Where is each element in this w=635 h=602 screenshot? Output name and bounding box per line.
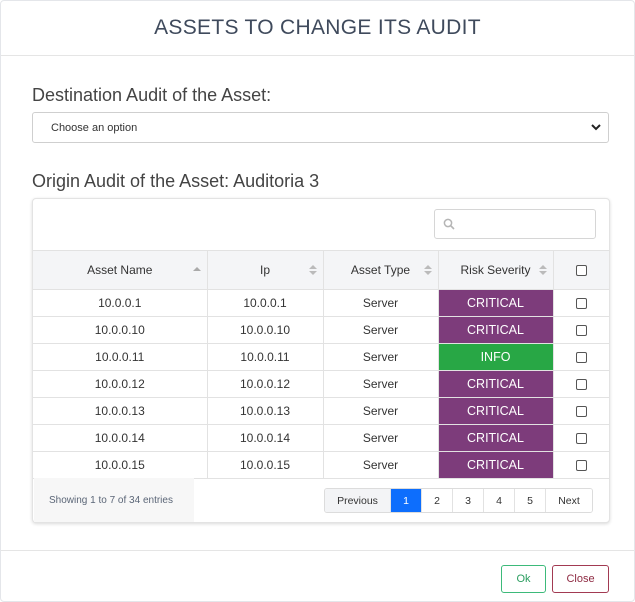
sort-icon	[308, 265, 317, 275]
modal-header: ASSETS TO CHANGE ITS AUDIT	[1, 1, 634, 56]
sort-ascending-icon	[192, 267, 201, 271]
asset-name-cell: 10.0.0.14	[33, 424, 208, 452]
table-row: 10.0.0.1 10.0.0.1 Server CRITICAL	[33, 289, 609, 317]
modal-title: ASSETS TO CHANGE ITS AUDIT	[154, 16, 481, 39]
pagination-page[interactable]: 2	[422, 489, 453, 512]
select-cell	[552, 424, 609, 452]
severity-badge: CRITICAL	[438, 290, 553, 316]
row-checkbox[interactable]	[575, 325, 587, 337]
ok-button[interactable]: Ok	[501, 565, 546, 593]
severity-badge: INFO	[438, 344, 553, 370]
row-checkbox[interactable]	[575, 406, 587, 418]
table-row: 10.0.0.14 10.0.0.14 Server CRITICAL	[33, 424, 609, 452]
select-cell	[552, 397, 609, 425]
pagination-previous[interactable]: Previous	[325, 489, 391, 512]
chevron-down-icon	[591, 124, 601, 131]
select-cell	[552, 316, 609, 344]
asset-name-cell: 10.0.0.1	[33, 289, 208, 317]
risk-severity-cell: CRITICAL	[437, 370, 554, 398]
asset-name-cell: 10.0.0.15	[33, 451, 208, 479]
select-cell	[552, 289, 609, 317]
pagination-page[interactable]: 1	[391, 489, 422, 512]
select-cell	[552, 451, 609, 479]
risk-severity-cell: CRITICAL	[437, 316, 554, 344]
ip-cell: 10.0.0.14	[206, 424, 324, 452]
column-header-asset-type[interactable]: Asset Type	[322, 250, 439, 290]
severity-badge: CRITICAL	[438, 425, 553, 451]
row-checkbox[interactable]	[575, 352, 587, 364]
search-input[interactable]	[434, 209, 596, 239]
table-row: 10.0.0.15 10.0.0.15 Server CRITICAL	[33, 451, 609, 479]
row-checkbox[interactable]	[575, 433, 587, 445]
ip-cell: 10.0.0.11	[206, 343, 324, 371]
asset-type-cell: Server	[322, 424, 439, 452]
pagination-next[interactable]: Next	[546, 489, 592, 512]
risk-severity-cell: CRITICAL	[437, 289, 554, 317]
destination-audit-label: Destination Audit of the Asset:	[32, 85, 272, 105]
risk-severity-cell: CRITICAL	[437, 424, 554, 452]
table-header-row: Asset Name Ip Asset Type Risk Severity	[33, 250, 609, 290]
asset-name-cell: 10.0.0.11	[33, 343, 208, 371]
pagination-page[interactable]: 3	[453, 489, 484, 512]
row-checkbox[interactable]	[575, 460, 587, 472]
select-value: Choose an option	[51, 121, 138, 134]
risk-severity-cell: INFO	[437, 343, 554, 371]
asset-type-cell: Server	[322, 370, 439, 398]
assets-table: Asset Name Ip Asset Type Risk Severity 1…	[33, 250, 609, 479]
ip-cell: 10.0.0.10	[206, 316, 324, 344]
table-row: 10.0.0.11 10.0.0.11 Server INFO	[33, 343, 609, 371]
table-row: 10.0.0.10 10.0.0.10 Server CRITICAL	[33, 316, 609, 344]
asset-type-cell: Server	[322, 343, 439, 371]
table-row: 10.0.0.13 10.0.0.13 Server CRITICAL	[33, 397, 609, 425]
sort-icon	[538, 265, 547, 275]
select-all-checkbox[interactable]	[575, 265, 587, 277]
asset-type-cell: Server	[322, 451, 439, 479]
modal-dialog: ASSETS TO CHANGE ITS AUDIT Destination A…	[0, 0, 635, 602]
risk-severity-cell: CRITICAL	[437, 451, 554, 479]
column-header-ip[interactable]: Ip	[206, 250, 324, 290]
search-icon	[443, 218, 455, 230]
table-row: 10.0.0.12 10.0.0.12 Server CRITICAL	[33, 370, 609, 398]
row-checkbox[interactable]	[575, 379, 587, 391]
ip-cell: 10.0.0.13	[206, 397, 324, 425]
pagination-page[interactable]: 4	[484, 489, 515, 512]
asset-name-cell: 10.0.0.10	[33, 316, 208, 344]
asset-name-cell: 10.0.0.12	[33, 370, 208, 398]
risk-severity-cell: CRITICAL	[437, 397, 554, 425]
severity-badge: CRITICAL	[438, 398, 553, 424]
destination-audit-select[interactable]: Choose an option	[32, 112, 609, 143]
table-info: Showing 1 to 7 of 34 entries	[34, 478, 194, 522]
ip-cell: 10.0.0.1	[206, 289, 324, 317]
select-cell	[552, 343, 609, 371]
asset-type-cell: Server	[322, 289, 439, 317]
asset-name-cell: 10.0.0.13	[33, 397, 208, 425]
severity-badge: CRITICAL	[438, 317, 553, 343]
asset-type-cell: Server	[322, 316, 439, 344]
assets-table-card: Asset Name Ip Asset Type Risk Severity 1…	[32, 198, 610, 523]
asset-type-cell: Server	[322, 397, 439, 425]
select-cell	[552, 370, 609, 398]
column-header-risk-severity[interactable]: Risk Severity	[437, 250, 554, 290]
pagination-page[interactable]: 5	[515, 489, 546, 512]
ip-cell: 10.0.0.15	[206, 451, 324, 479]
column-header-select-all	[552, 250, 609, 290]
ip-cell: 10.0.0.12	[206, 370, 324, 398]
origin-audit-label: Origin Audit of the Asset: Auditoria 3	[32, 171, 320, 191]
sort-icon	[423, 265, 432, 275]
severity-badge: CRITICAL	[438, 452, 553, 478]
severity-badge: CRITICAL	[438, 371, 553, 397]
close-button[interactable]: Close	[552, 565, 609, 593]
row-checkbox[interactable]	[575, 298, 587, 310]
pagination: Previous 1 2 3 4 5 Next	[324, 488, 593, 513]
modal-footer-divider	[1, 550, 634, 551]
column-header-asset-name[interactable]: Asset Name	[33, 250, 208, 290]
